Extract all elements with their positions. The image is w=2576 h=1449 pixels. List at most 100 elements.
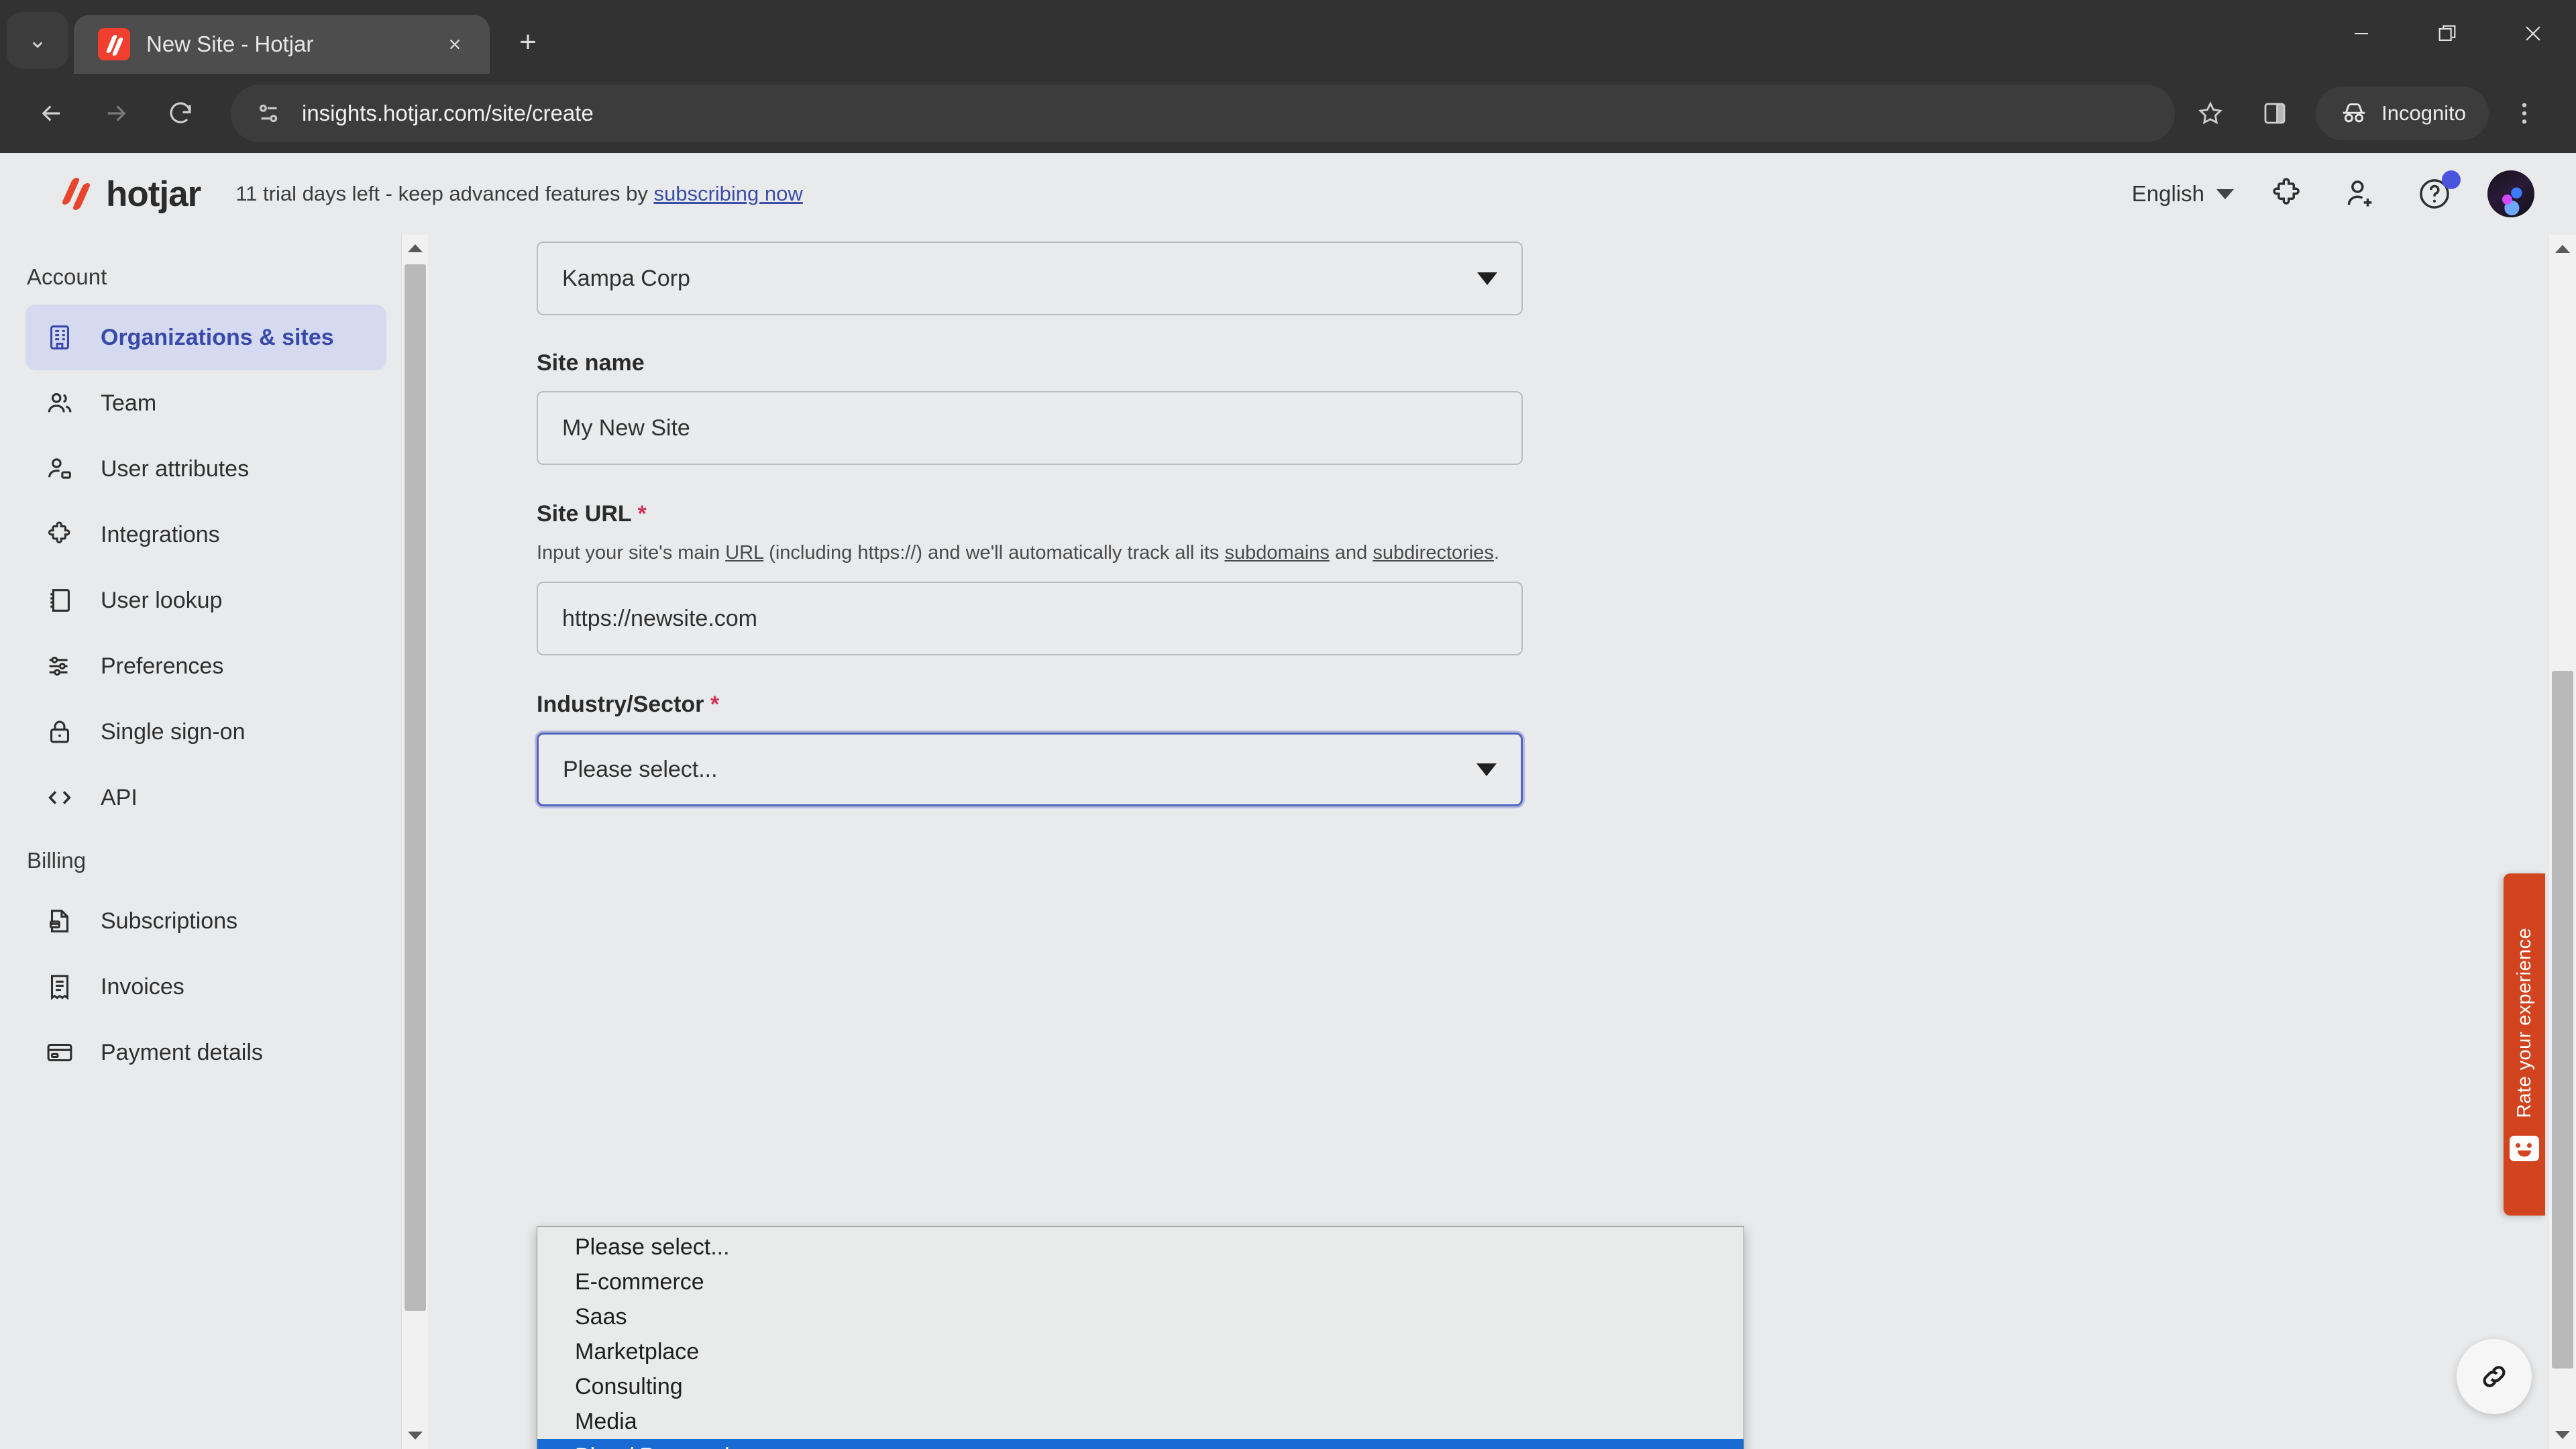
sidebar-item-single-sign-on[interactable]: Single sign-on	[25, 699, 386, 765]
sidebar-scroll-down-button[interactable]	[402, 1422, 429, 1449]
sidebar-item-subscriptions[interactable]: Subscriptions	[25, 888, 386, 954]
sidebar-item-api[interactable]: API	[25, 765, 386, 830]
side-panel-icon[interactable]	[2246, 85, 2304, 142]
page-settings-icon[interactable]	[254, 98, 284, 129]
plus-icon: +	[519, 25, 537, 58]
reload-button[interactable]	[152, 85, 209, 142]
site-url-field: Site URL * Input your site's main URL (i…	[537, 501, 1703, 655]
browser-tab[interactable]: New Site - Hotjar ×	[74, 15, 490, 74]
industry-dropdown-list[interactable]: Please select... E-commerce Saas Marketp…	[537, 1226, 1744, 1449]
rate-experience-tab[interactable]: Rate your experience	[2504, 873, 2545, 1216]
forward-button[interactable]	[87, 85, 145, 142]
help-suffix: .	[1493, 542, 1499, 564]
sidebar-item-payment-details[interactable]: Payment details	[25, 1020, 386, 1085]
people-icon	[43, 386, 76, 420]
url-term[interactable]: URL	[725, 542, 763, 564]
dropdown-option[interactable]: Media	[537, 1404, 1743, 1439]
avatar[interactable]	[2487, 170, 2534, 217]
incognito-label: Incognito	[2381, 101, 2466, 125]
chain-link-icon	[2483, 1366, 2506, 1387]
hotjar-logo[interactable]: hotjar	[59, 174, 201, 215]
page-scroll-down-button[interactable]	[2548, 1421, 2576, 1449]
incognito-indicator[interactable]: Incognito	[2316, 87, 2489, 140]
sidebar-item-team[interactable]: Team	[25, 370, 386, 436]
subdirectories-term[interactable]: subdirectories	[1373, 542, 1494, 564]
site-name-value: My New Site	[562, 415, 690, 441]
new-tab-button[interactable]: +	[504, 19, 551, 66]
sidebar-item-organizations-and-sites[interactable]: Organizations & sites	[25, 305, 386, 370]
sidebar: Account Organizations & sites Team User …	[0, 235, 401, 1449]
subdomains-term[interactable]: subdomains	[1224, 542, 1329, 564]
dropdown-option[interactable]: Please select...	[537, 1230, 1743, 1265]
user-tag-icon	[43, 452, 76, 486]
sidebar-item-invoices[interactable]: Invoices	[25, 954, 386, 1020]
industry-label-text: Industry/Sector	[537, 692, 704, 717]
notification-badge	[2442, 170, 2461, 189]
close-icon[interactable]: ×	[437, 27, 472, 62]
help-button[interactable]	[2414, 170, 2461, 215]
sidebar-scroll-up-button[interactable]	[402, 235, 429, 262]
page-scroll-up-button[interactable]	[2548, 235, 2576, 263]
address-bar[interactable]: insights.hotjar.com/site/create	[231, 85, 2176, 142]
language-selector[interactable]: English	[2132, 181, 2234, 207]
invite-user-button[interactable]	[2340, 173, 2381, 215]
sidebar-item-preferences[interactable]: Preferences	[25, 633, 386, 699]
sidebar-item-label: Preferences	[101, 653, 224, 679]
create-site-form: Kampa Corp Site name My New Site Site UR…	[428, 235, 1703, 806]
tab-title: New Site - Hotjar	[146, 32, 314, 56]
three-dot-menu-icon[interactable]	[2496, 85, 2553, 142]
incognito-icon	[2343, 103, 2365, 123]
page-scrollbar[interactable]	[2548, 235, 2576, 1449]
site-name-label: Site name	[537, 350, 645, 376]
credit-card-icon	[43, 1036, 76, 1069]
required-marker: *	[710, 692, 720, 717]
hotjar-logo-text: hotjar	[106, 174, 201, 214]
site-url-label-text: Site URL	[537, 501, 632, 527]
help-and: and	[1329, 542, 1373, 564]
dropdown-option[interactable]: Marketplace	[537, 1334, 1743, 1369]
browser-toolbar: insights.hotjar.com/site/create Incognit…	[0, 74, 2576, 153]
industry-label: Industry/Sector *	[537, 692, 1703, 718]
sidebar-section-title-billing: Billing	[27, 848, 87, 873]
sidebar-scroll-thumb[interactable]	[405, 264, 426, 1311]
back-button[interactable]	[23, 85, 80, 142]
industry-select[interactable]: Please select...	[537, 733, 1523, 806]
app-body: Account Organizations & sites Team User …	[0, 235, 2576, 1449]
triangle-up-icon	[408, 244, 423, 252]
site-name-input[interactable]: My New Site	[537, 391, 1523, 465]
url-text: insights.hotjar.com/site/create	[302, 101, 594, 125]
star-icon[interactable]	[2182, 85, 2239, 142]
dropdown-option[interactable]: Saas	[537, 1299, 1743, 1334]
browser-chrome: ⌄ New Site - Hotjar × + insights.hotjar.…	[0, 0, 2576, 153]
trial-banner-text: 11 trial days left - keep advanced featu…	[235, 182, 654, 205]
sidebar-item-label: Payment details	[101, 1039, 263, 1065]
document-card-icon	[43, 904, 76, 938]
sidebar-section-title-account: Account	[27, 264, 107, 289]
link-button[interactable]	[2457, 1339, 2532, 1414]
sidebar-item-user-lookup[interactable]: User lookup	[25, 568, 386, 633]
sidebar-scrollbar[interactable]	[401, 235, 428, 1449]
sidebar-item-label: Team	[101, 390, 157, 416]
subscribing-now-link[interactable]: subscribing now	[653, 182, 802, 205]
dropdown-option-selected[interactable]: Blog / Personal	[537, 1439, 1743, 1449]
hotjar-favicon-icon	[98, 28, 130, 60]
dropdown-option[interactable]: E-commerce	[537, 1265, 1743, 1299]
page-scroll-thumb[interactable]	[2552, 671, 2573, 1368]
tab-strip: ⌄ New Site - Hotjar × +	[0, 0, 2576, 74]
close-button[interactable]	[2490, 0, 2576, 67]
site-url-input[interactable]: https://newsite.com	[537, 582, 1523, 655]
sidebar-item-user-attributes[interactable]: User attributes	[25, 436, 386, 502]
industry-field: Industry/Sector * Please select...	[537, 692, 1703, 806]
integrations-button[interactable]	[2266, 173, 2308, 215]
organization-select[interactable]: Kampa Corp	[537, 241, 1523, 315]
code-brackets-icon	[43, 781, 76, 814]
chevron-down-icon: ⌄	[28, 28, 48, 53]
dropdown-option[interactable]: Consulting	[537, 1369, 1743, 1404]
site-url-help-text: Input your site's main URL (including ht…	[537, 542, 1703, 564]
hotjar-logo-mark-icon	[59, 175, 97, 213]
tab-search-button[interactable]: ⌄	[7, 12, 68, 68]
industry-selected-value: Please select...	[563, 756, 718, 782]
minimize-button[interactable]	[2318, 0, 2404, 67]
restore-button[interactable]	[2404, 0, 2490, 67]
sidebar-item-integrations[interactable]: Integrations	[25, 502, 386, 568]
